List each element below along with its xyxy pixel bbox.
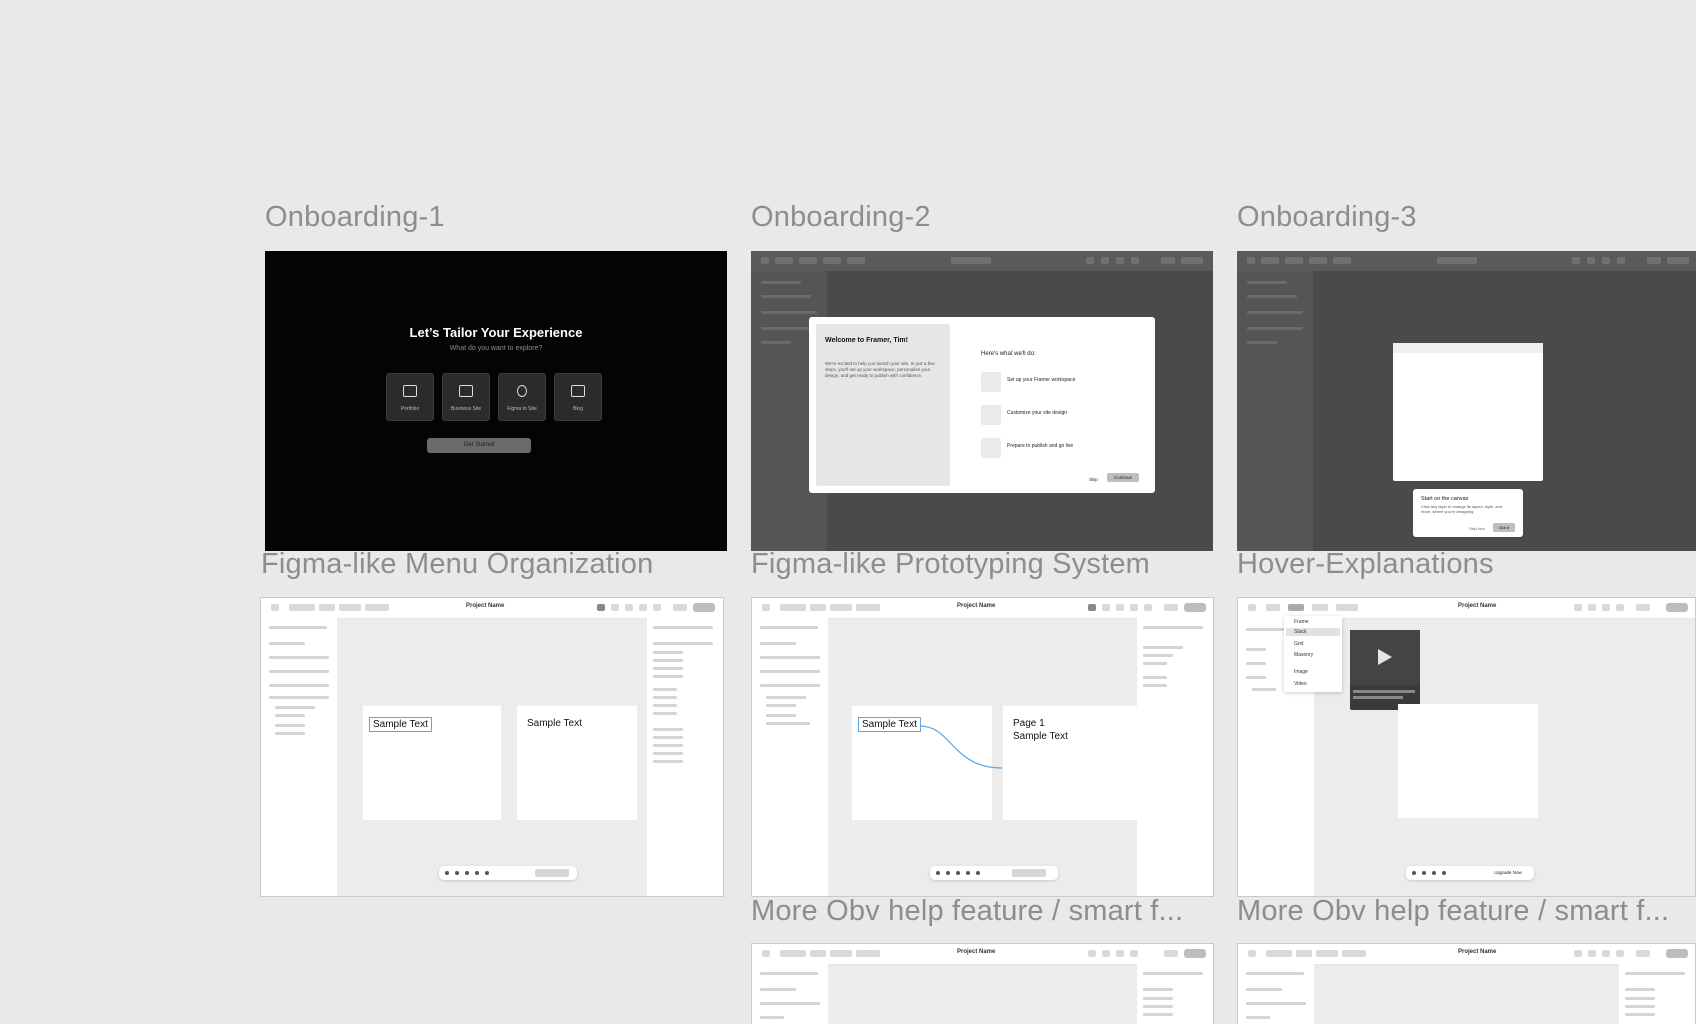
option-label: Figma to Site [507, 406, 537, 412]
hover-explanation-card [1350, 630, 1420, 710]
design-panel [1137, 964, 1213, 1024]
list-heading: Here's what we'll do: [981, 351, 1036, 357]
sample-text-selected[interactable]: Sample Text [369, 717, 432, 732]
layers-panel [1238, 964, 1314, 1024]
sample-text[interactable]: Sample Text [527, 718, 582, 729]
frame-prototyping[interactable]: Project Name Sample Text Page 1 Sample T… [751, 597, 1214, 897]
frame-title-onboarding-1[interactable]: Onboarding-1 [265, 201, 715, 234]
option-portfolio[interactable]: Portfolio [386, 373, 434, 421]
onboarding-subheading: What do you want to explore? [449, 345, 543, 352]
skip-tour-button[interactable]: Skip tour [1469, 526, 1485, 531]
menu-item[interactable]: Video [1294, 681, 1307, 687]
toolbar: Project Name [752, 944, 1213, 965]
publish-button[interactable] [1666, 603, 1688, 612]
toolbar [1237, 251, 1696, 272]
frame-onboarding-2[interactable]: Welcome to Framer, Tim! We're excited to… [751, 251, 1213, 551]
frame-title-more-help-2[interactable]: More Obv help feature / smart f... [1237, 895, 1692, 928]
menu-item-hovered[interactable]: Stack [1294, 629, 1307, 635]
publish-button[interactable] [693, 603, 715, 612]
frame-menu-organization[interactable]: Project Name Sample Text Sample Text [260, 597, 724, 897]
frame-hover-explanations[interactable]: Project Name Frame Stack Grid Masonry Im… [1237, 597, 1696, 897]
sidebar [1237, 271, 1313, 551]
toolbar: Project Name [261, 598, 723, 619]
menu-item[interactable]: Image [1294, 669, 1308, 675]
frame-title-prototyping[interactable]: Figma-like Prototyping System [751, 548, 1211, 581]
option-business-site[interactable]: Business Site [442, 373, 490, 421]
skip-button[interactable]: Skip [1089, 477, 1098, 482]
toolbar: Project Name [1238, 944, 1695, 965]
layers-panel [261, 618, 337, 896]
project-name: Project Name [466, 603, 505, 609]
option-blog[interactable]: Blog [554, 373, 602, 421]
business-site-icon [459, 385, 473, 397]
video-preview [1350, 630, 1420, 685]
publish-button[interactable] [1666, 949, 1688, 958]
frame-title-hover-explanations[interactable]: Hover-Explanations [1237, 548, 1692, 581]
play-icon [1378, 649, 1392, 665]
continue-button[interactable]: Continue [1107, 473, 1139, 482]
menu-item[interactable]: Grid [1294, 641, 1303, 647]
option-label: Blog [572, 406, 583, 412]
design-panel [647, 618, 723, 896]
frame-title-more-help-1[interactable]: More Obv help feature / smart f... [751, 895, 1209, 928]
tooltip-title: Start on the canvas [1421, 496, 1469, 502]
step-item: Customize your site design [1007, 410, 1068, 416]
option-figma-to-site[interactable]: Figma to Site [498, 373, 546, 421]
frame-title-onboarding-2[interactable]: Onboarding-2 [751, 201, 1201, 234]
menu-item[interactable]: Masonry [1294, 652, 1313, 658]
bottom-toolbar[interactable] [439, 866, 577, 880]
option-label: Business Site [450, 406, 482, 412]
portfolio-icon [403, 385, 417, 397]
tour-tooltip: Start on the canvas Click any layer to c… [1413, 489, 1523, 537]
bottom-toolbar[interactable]: Upgrade Now [1406, 866, 1534, 880]
frame-onboarding-3[interactable]: Start on the canvas Click any layer to c… [1237, 251, 1696, 551]
got-it-button[interactable]: Got it [1493, 523, 1515, 532]
frame-title-onboarding-3[interactable]: Onboarding-3 [1237, 201, 1687, 234]
step-icon [981, 438, 1001, 458]
upgrade-now-button[interactable]: Upgrade Now [1488, 868, 1528, 878]
welcome-body: We're excited to help you launch your si… [825, 361, 935, 378]
project-name: Project Name [1458, 603, 1497, 609]
frame-onboarding-1[interactable]: Let’s Tailor Your Experience What do you… [265, 251, 727, 551]
figma-icon [517, 385, 527, 397]
frame-more-help-2[interactable]: Project Name [1237, 943, 1696, 1024]
step-item: Set up your Framer workspace [1007, 377, 1076, 383]
design-panel [1619, 964, 1695, 1024]
frame-title-menu-organization[interactable]: Figma-like Menu Organization [261, 548, 721, 581]
welcome-panel: Welcome to Framer, Tim! We're excited to… [816, 324, 950, 486]
desktop-frame[interactable]: Sample Text [363, 706, 501, 820]
publish-button[interactable] [1184, 949, 1206, 958]
step-icon [981, 405, 1001, 425]
get-started-button[interactable]: Get Started [427, 438, 531, 453]
prototype-connection-arrow[interactable] [752, 598, 1214, 897]
menu-item[interactable]: Frame [1294, 619, 1308, 625]
desktop-frame-highlight [1393, 343, 1543, 481]
frame-more-help-1[interactable]: Project Name [751, 943, 1214, 1024]
step-icon [981, 372, 1001, 392]
tablet-frame[interactable]: Sample Text [517, 706, 637, 820]
layers-panel [752, 964, 828, 1024]
project-name: Project Name [1458, 949, 1497, 955]
desktop-frame[interactable] [1398, 704, 1538, 818]
project-name: Project Name [957, 949, 996, 955]
tooltip-body: Click any layer to change its layout, st… [1421, 504, 1502, 514]
onboarding-heading: Let’s Tailor Your Experience [409, 325, 583, 340]
blog-icon [571, 385, 585, 397]
welcome-title: Welcome to Framer, Tim! [825, 337, 908, 344]
canvas: Onboarding-1 Onboarding-2 Onboarding-3 L… [0, 0, 1696, 1024]
step-item: Prepare to publish and go live [1007, 443, 1074, 449]
welcome-modal: Welcome to Framer, Tim! We're excited to… [809, 317, 1155, 493]
toolbar [751, 251, 1213, 272]
insert-dropdown-menu[interactable]: Frame Stack Grid Masonry Image Video [1284, 616, 1342, 692]
option-label: Portfolio [400, 406, 420, 412]
bottom-toolbar[interactable] [930, 866, 1058, 880]
